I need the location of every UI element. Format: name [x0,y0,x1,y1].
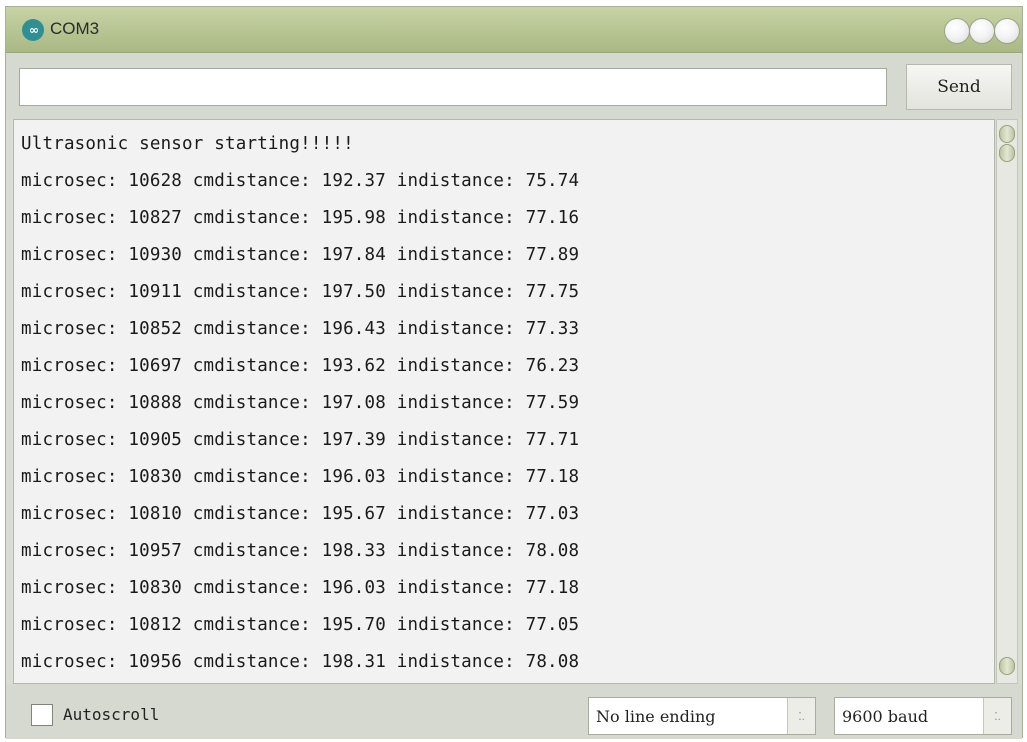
serial-output-line: microsec: 10830 cmdistance: 196.03 indis… [21,578,580,598]
serial-output-line: microsec: 10930 cmdistance: 197.84 indis… [21,245,580,265]
dropdown-arrow-icon: ⁚. [787,698,815,734]
serial-output-line: microsec: 10957 cmdistance: 198.33 indis… [21,541,580,561]
serial-output-line: microsec: 10697 cmdistance: 193.62 indis… [21,356,580,376]
serial-output-line: microsec: 10956 cmdistance: 198.31 indis… [21,652,580,672]
serial-output-line: Ultrasonic sensor starting!!!!! [21,134,354,154]
bottom-bar: Autoscroll No line ending ⁚. 9600 baud ⁚… [6,684,1022,739]
autoscroll-checkbox[interactable] [31,704,53,726]
scroll-thumb[interactable] [999,144,1015,162]
serial-output-line: microsec: 10827 cmdistance: 195.98 indis… [21,208,580,228]
serial-output-line: microsec: 10812 cmdistance: 195.70 indis… [21,615,580,635]
window-title: COM3 [50,19,100,38]
arduino-logo-icon: ∞ [22,19,44,41]
line-ending-select[interactable]: No line ending ⁚. [588,697,816,735]
scroll-up-cap[interactable] [999,125,1015,143]
vertical-scrollbar[interactable] [996,119,1018,684]
minimize-button[interactable] [944,18,970,44]
serial-output-line: microsec: 10628 cmdistance: 192.37 indis… [21,171,580,191]
dropdown-arrow-icon: ⁚. [983,698,1011,734]
title-bar[interactable]: ∞ COM3 [6,7,1022,53]
serial-output-line: microsec: 10852 cmdistance: 196.43 indis… [21,319,580,339]
close-button[interactable] [994,18,1020,44]
serial-monitor-window: ∞ COM3 Send Ultrasonic sensor starting!!… [5,6,1023,739]
serial-output-line: microsec: 10905 cmdistance: 197.39 indis… [21,430,580,450]
serial-output-line: microsec: 10888 cmdistance: 197.08 indis… [21,393,580,413]
serial-output-area[interactable]: Ultrasonic sensor starting!!!!! microsec:… [13,119,995,684]
baud-rate-value: 9600 baud [842,707,929,726]
serial-output-line: microsec: 10830 cmdistance: 196.03 indis… [21,467,580,487]
send-button[interactable]: Send [906,64,1012,110]
serial-output-line: microsec: 10810 cmdistance: 195.67 indis… [21,504,580,524]
send-toolbar: Send [6,53,1022,119]
maximize-button[interactable] [969,18,995,44]
serial-output-line: microsec: 10911 cmdistance: 197.50 indis… [21,282,580,302]
baud-rate-select[interactable]: 9600 baud ⁚. [834,697,1012,735]
line-ending-value: No line ending [596,707,716,726]
scroll-down-cap[interactable] [999,657,1015,675]
autoscroll-label: Autoscroll [63,705,160,724]
send-input[interactable] [19,68,887,106]
